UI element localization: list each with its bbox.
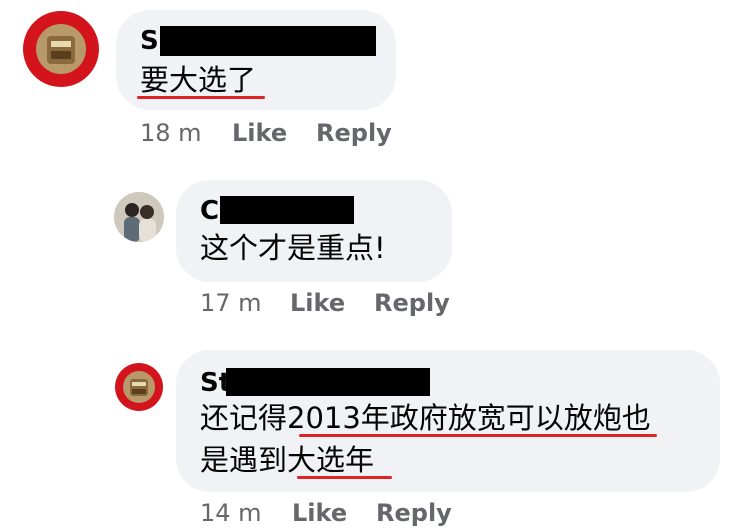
comment-time: 18 m	[140, 119, 202, 147]
comment-text: 这个才是重点!	[200, 231, 386, 265]
redaction-bar	[220, 196, 354, 224]
text-underline	[297, 476, 392, 479]
reply-button[interactable]: Reply	[374, 289, 450, 317]
like-button[interactable]: Like	[232, 119, 287, 147]
redaction-bar	[160, 26, 376, 56]
comment-author[interactable]: S	[140, 26, 159, 56]
reply-button[interactable]: Reply	[376, 499, 452, 527]
like-button[interactable]: Like	[290, 289, 345, 317]
avatar[interactable]	[114, 192, 164, 242]
avatar[interactable]	[114, 362, 164, 412]
redaction-bar	[226, 368, 430, 396]
couple-photo-avatar-icon	[114, 192, 164, 242]
red-seal-avatar-icon	[115, 363, 163, 411]
reply-button[interactable]: Reply	[316, 119, 392, 147]
text-underline	[137, 96, 265, 99]
comment-time: 14 m	[200, 499, 262, 527]
avatar[interactable]	[22, 10, 100, 88]
comment-time: 17 m	[200, 289, 262, 317]
text-underline	[299, 434, 657, 437]
like-button[interactable]: Like	[292, 499, 347, 527]
red-seal-avatar-icon	[23, 11, 99, 87]
